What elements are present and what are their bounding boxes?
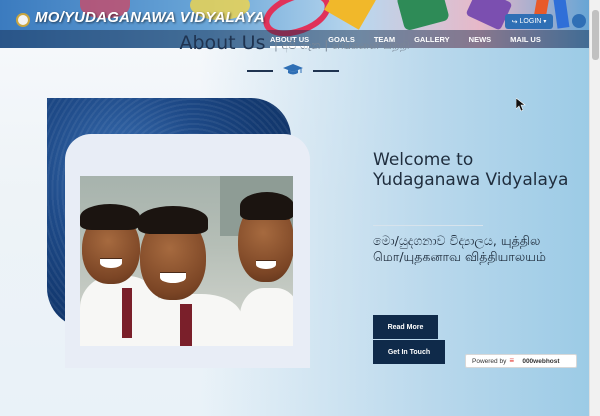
get-in-touch-button[interactable]: Get In Touch (373, 340, 445, 364)
menu-toggle-button[interactable] (572, 14, 586, 28)
about-heading: About Us | අපි ගැන | எங்களை பற்றி (0, 32, 589, 54)
divider-line (247, 70, 273, 72)
banner-decoration (396, 0, 450, 32)
student-hair (138, 206, 208, 234)
welcome-title: Welcome to Yudaganawa Vidyalaya (373, 150, 569, 190)
sign-in-icon: ↪ (511, 18, 518, 26)
school-local-names: මො/යුදගනාව විද්‍යාලය, யுத்தில மொ/யுதகனாவ… (373, 233, 546, 264)
pencil-decoration (552, 0, 570, 29)
mouse-cursor-icon (516, 98, 526, 112)
site-title[interactable]: MO/YUDAGANAWA VIDYALAYA (35, 9, 265, 26)
student-shirt (142, 294, 242, 346)
banner-decoration (324, 0, 376, 30)
student-tie (180, 304, 192, 346)
about-title: About Us (179, 32, 266, 54)
student-hair (240, 192, 293, 220)
student-shirt (240, 288, 293, 346)
webhost-name: 000webhost (522, 357, 560, 365)
page-scrollbar[interactable] (589, 0, 600, 416)
caret-down-icon: ▾ (543, 19, 547, 25)
scrollbar-thumb[interactable] (592, 10, 599, 60)
heading-divider (245, 64, 341, 76)
powered-by-badge[interactable]: Powered by ≡ 000webhost (465, 354, 577, 368)
webhost-logo-icon: ≡ (509, 356, 514, 365)
student-smile (160, 272, 186, 283)
login-button[interactable]: ↪ LOGIN ▾ (505, 14, 553, 29)
student-smile (100, 258, 122, 268)
about-subtitle: | අපි ගැන | எங்களை பற்றி (273, 38, 410, 52)
login-label: LOGIN (519, 18, 542, 25)
student-hair (80, 204, 140, 230)
powered-by-label: Powered by (472, 357, 507, 365)
student-smile (256, 260, 276, 269)
welcome-divider (373, 225, 483, 226)
divider-line (313, 70, 339, 72)
school-logo-icon[interactable] (16, 13, 30, 27)
read-more-button[interactable]: Read More (373, 315, 438, 339)
student-tie (122, 288, 132, 338)
graduation-cap-icon (283, 64, 303, 75)
students-photo (80, 176, 293, 346)
